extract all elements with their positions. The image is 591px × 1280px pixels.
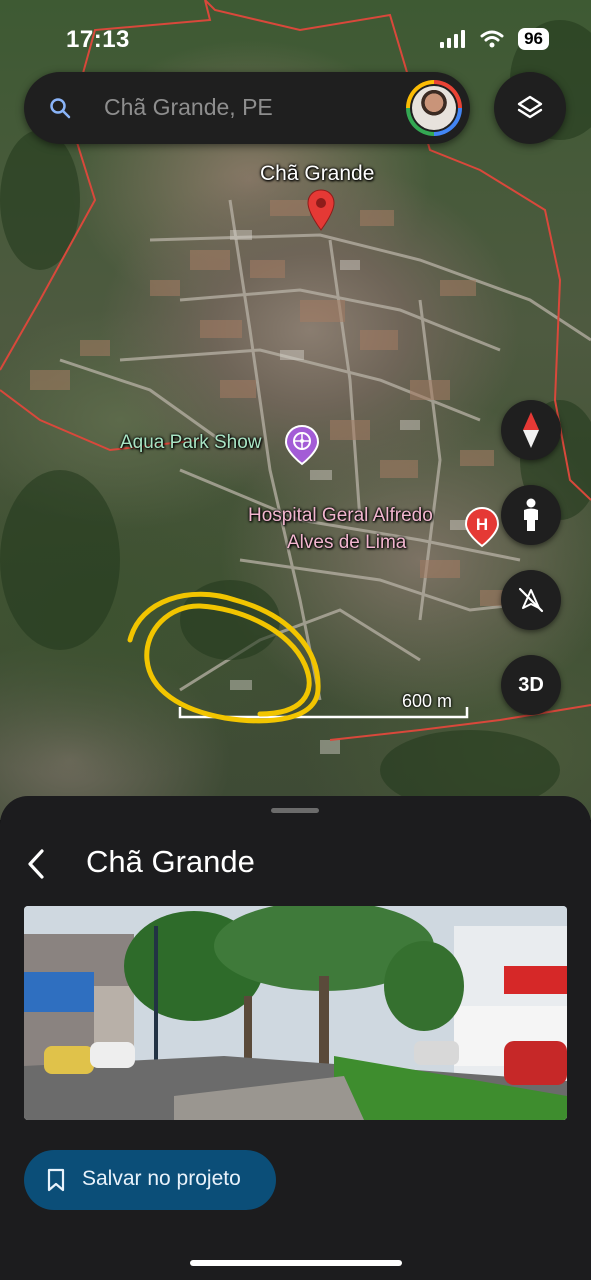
poi-hospital-label-line2[interactable]: Alves de Lima <box>287 532 406 554</box>
status-time: 17:13 <box>66 26 130 53</box>
home-indicator[interactable] <box>190 1260 402 1266</box>
compass-icon <box>523 412 539 448</box>
street-photo <box>24 906 567 1120</box>
location-pin-icon[interactable] <box>306 188 336 232</box>
3d-toggle-button[interactable]: 3D <box>501 655 561 715</box>
battery-indicator: 96 <box>518 28 549 50</box>
status-icons: 96 <box>440 28 549 50</box>
street-view-button[interactable] <box>501 485 561 545</box>
scale-label: 600 m <box>402 691 453 711</box>
save-to-project-button[interactable]: Salvar no projeto <box>24 1150 276 1210</box>
north-lock-button[interactable] <box>501 570 561 630</box>
north-off-icon <box>518 587 544 613</box>
amusement-park-icon[interactable] <box>284 424 320 466</box>
layers-button[interactable] <box>494 72 566 144</box>
hospital-badge: H <box>476 515 488 534</box>
place-photo[interactable] <box>24 906 567 1120</box>
sheet-drag-handle[interactable] <box>271 808 319 813</box>
search-input[interactable]: Chã Grande, PE <box>104 94 273 121</box>
place-bottom-sheet[interactable]: Chã Grande Salvar no projeto <box>0 796 591 1280</box>
place-label[interactable]: Chã Grande <box>260 162 374 186</box>
account-avatar-button[interactable] <box>406 80 462 136</box>
bookmark-icon <box>47 1168 65 1192</box>
map-view[interactable]: 17:13 96 Chã Grande, PE Chã Grande Aqua … <box>0 0 591 820</box>
pegman-icon <box>524 498 538 531</box>
avatar <box>412 86 456 130</box>
compass-button[interactable] <box>501 400 561 460</box>
poi-hospital-label-line1[interactable]: Hospital Geral Alfredo <box>248 505 433 527</box>
place-title: Chã Grande <box>86 844 255 879</box>
search-icon[interactable] <box>48 96 72 120</box>
signal-icon <box>440 30 466 48</box>
hospital-icon[interactable]: H <box>464 506 500 548</box>
search-bar[interactable]: Chã Grande, PE <box>24 72 470 144</box>
save-to-project-label: Salvar no projeto <box>82 1167 241 1190</box>
back-button[interactable] <box>18 842 54 886</box>
poi-aqua-park-label[interactable]: Aqua Park Show <box>120 432 262 454</box>
wifi-icon <box>480 30 504 48</box>
back-arrow-icon <box>28 849 44 879</box>
layers-icon <box>517 95 543 119</box>
